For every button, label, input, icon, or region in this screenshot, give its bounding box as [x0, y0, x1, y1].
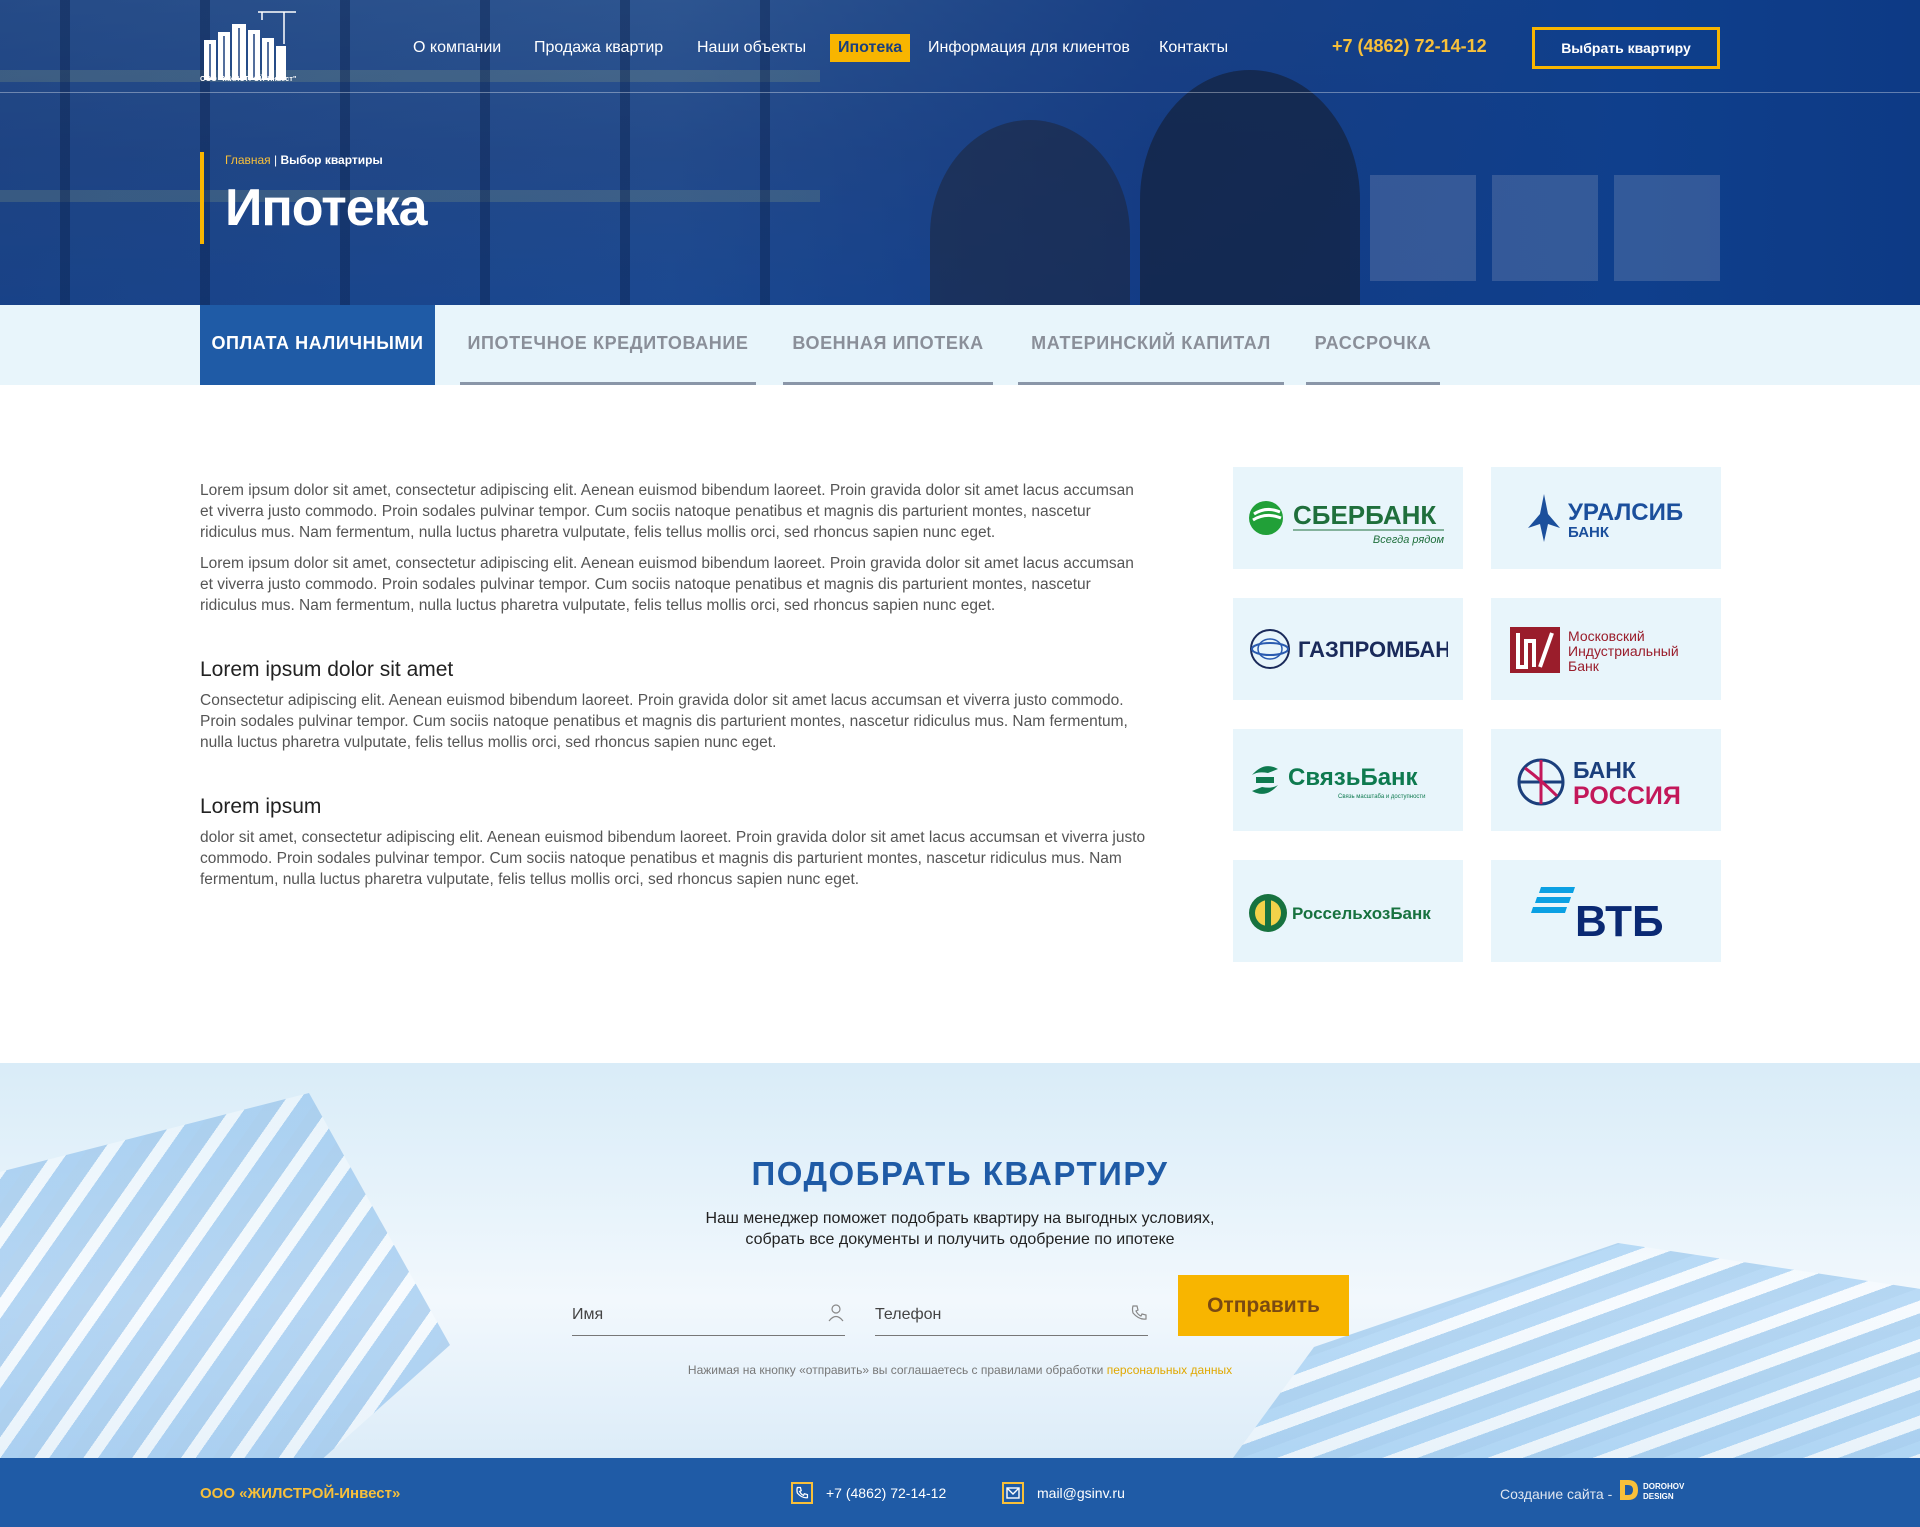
- bank-logo-uralsib[interactable]: УРАЛСИБ БАНК: [1491, 467, 1721, 569]
- tab-maternity-capital[interactable]: МАТЕРИНСКИЙ КАПИТАЛ: [1018, 305, 1284, 385]
- paragraph: Consectetur adipiscing elit. Aenean euis…: [200, 692, 1128, 751]
- mail-icon: [1002, 1482, 1024, 1504]
- cta-title: ПОДОБРАТЬ КВАРТИРУ: [751, 1155, 1169, 1192]
- section-heading: Lorem ipsum dolor sit amet: [200, 658, 454, 681]
- bank-logo-bank-russia[interactable]: БАНК РОССИЯ: [1491, 729, 1721, 831]
- paragraph: Lorem ipsum dolor sit amet, consectetur …: [200, 482, 1134, 541]
- svg-text:Всегда рядом: Всегда рядом: [1373, 534, 1445, 546]
- bank-logo-sberbank[interactable]: СБЕРБАНК Всегда рядом: [1233, 467, 1463, 569]
- logo-caption: ООО "ЖИЛСТРОЙ-Инвест": [200, 76, 297, 83]
- tab-installment[interactable]: РАССРОЧКА: [1306, 305, 1440, 385]
- breadcrumb-current: Выбор квартиры: [280, 153, 383, 167]
- svg-text:Связь масштаба и доступности: Связь масштаба и доступности: [1338, 794, 1426, 800]
- sberbank-logo: СБЕРБАНК Всегда рядом: [1249, 500, 1445, 546]
- mib-logo: Московский Индустриальный Банк: [1510, 627, 1679, 674]
- uralsib-logo: УРАЛСИБ БАНК: [1528, 494, 1683, 542]
- paragraph: dolor sit amet, consectetur adipiscing e…: [200, 829, 1146, 888]
- dorohov-design-logo[interactable]: DOROHOV DESIGN: [1618, 1478, 1698, 1502]
- name-placeholder: Имя: [572, 1306, 604, 1323]
- gallery-thumbnail[interactable]: [1492, 175, 1598, 281]
- svg-text:СБЕРБАНК: СБЕРБАНК: [1293, 500, 1436, 530]
- phone-field[interactable]: Телефон: [875, 1294, 1148, 1336]
- svg-text:УРАЛСИБ: УРАЛСИБ: [1568, 499, 1683, 526]
- bank-russia-logo: БАНК РОССИЯ: [1517, 757, 1681, 810]
- paragraph: Lorem ipsum dolor sit amet, consectetur …: [200, 555, 1134, 614]
- nav-client-info[interactable]: Информация для клиентов: [928, 34, 1130, 62]
- svg-text:Московский: Московский: [1568, 628, 1645, 644]
- building-illustration: [0, 1093, 450, 1458]
- submit-button[interactable]: Отправить: [1178, 1275, 1349, 1336]
- svg-text:БАНК: БАНК: [1573, 757, 1637, 783]
- footer-email[interactable]: mail@gsinv.ru: [1037, 1485, 1125, 1501]
- bank-logo-rosselkhozbank[interactable]: РоссельхозБанк: [1233, 860, 1463, 962]
- breadcrumb: Главная | Выбор квартиры: [225, 153, 383, 167]
- header-divider: [0, 92, 1920, 93]
- gallery-thumbnail[interactable]: [1614, 175, 1720, 281]
- title-accent-bar: [200, 152, 204, 244]
- phone-placeholder: Телефон: [875, 1306, 942, 1323]
- svg-text:DESIGN: DESIGN: [1643, 1492, 1674, 1501]
- person-silhouette: [1140, 70, 1360, 305]
- header-phone[interactable]: +7 (4862) 72-14-12: [1332, 36, 1487, 57]
- person-silhouette: [930, 120, 1130, 305]
- svyazbank-logo: СвязьБанк Связь масштаба и доступности: [1252, 764, 1426, 800]
- nav-mortgage[interactable]: Ипотека: [830, 34, 911, 62]
- cta-description: Наш менеджер поможет подобрать квартиру …: [0, 1208, 1920, 1250]
- breadcrumb-home[interactable]: Главная: [225, 153, 271, 167]
- bank-logo-svyazbank[interactable]: СвязьБанк Связь масштаба и доступности: [1233, 729, 1463, 831]
- nav-about[interactable]: О компании: [413, 34, 501, 62]
- vtb-logo: ВТБ: [1531, 887, 1664, 941]
- footer-phone[interactable]: +7 (4862) 72-14-12: [826, 1485, 946, 1501]
- svg-text:СвязьБанк: СвязьБанк: [1288, 764, 1419, 791]
- svg-text:DOROHOV: DOROHOV: [1643, 1482, 1685, 1491]
- consent-text: Нажимая на кнопку «отправить» вы соглаша…: [687, 1363, 1104, 1377]
- choose-apartment-button[interactable]: Выбрать квартиру: [1532, 27, 1720, 69]
- page-title: Ипотека: [225, 179, 428, 237]
- phone-icon: [791, 1482, 813, 1504]
- svg-text:РоссельхозБанк: РоссельхозБанк: [1292, 904, 1431, 923]
- bank-logo-mib[interactable]: Московский Индустриальный Банк: [1491, 598, 1721, 700]
- cta-description-line: Наш менеджер поможет подобрать квартиру …: [705, 1210, 1215, 1227]
- footer-company: ООО «ЖИЛСТРОЙ-Инвест»: [200, 1485, 401, 1502]
- main-content: Lorem ipsum dolor sit amet, consectetur …: [200, 480, 1148, 900]
- svg-text:Банк: Банк: [1568, 658, 1600, 674]
- nav-contacts[interactable]: Контакты: [1159, 34, 1228, 62]
- gallery-thumbnail[interactable]: [1370, 175, 1476, 281]
- svg-text:РОССИЯ: РОССИЯ: [1573, 782, 1681, 810]
- svg-text:Индустриальный: Индустриальный: [1568, 643, 1679, 659]
- gazprombank-logo: ГАЗПРОМБАНК: [1250, 629, 1448, 669]
- svg-text:БАНК: БАНК: [1568, 524, 1610, 541]
- tab-mortgage-lending[interactable]: ИПОТЕЧНОЕ КРЕДИТОВАНИЕ: [460, 305, 756, 385]
- nav-apartments-sale[interactable]: Продажа квартир: [534, 34, 663, 62]
- apartment-request-section: [0, 1063, 1920, 1458]
- cta-description-line: собрать все документы и получить одобрен…: [745, 1231, 1175, 1248]
- tab-military-mortgage[interactable]: ВОЕННАЯ ИПОТЕКА: [783, 305, 993, 385]
- rosselkhozbank-logo: РоссельхозБанк: [1249, 894, 1431, 932]
- bank-logo-vtb[interactable]: ВТБ: [1491, 860, 1721, 962]
- svg-text:ГАЗПРОМБАНК: ГАЗПРОМБАНК: [1298, 637, 1448, 662]
- user-icon: [828, 1304, 844, 1322]
- svg-text:ВТБ: ВТБ: [1575, 897, 1664, 941]
- bank-logo-gazprombank[interactable]: ГАЗПРОМБАНК: [1233, 598, 1463, 700]
- tab-cash-payment[interactable]: ОПЛАТА НАЛИЧНЫМИ: [200, 305, 435, 385]
- nav-objects[interactable]: Наши объекты: [697, 34, 806, 62]
- phone-icon: [1131, 1305, 1147, 1320]
- name-field[interactable]: Имя: [572, 1294, 845, 1336]
- consent-note: Нажимая на кнопку «отправить» вы соглаша…: [0, 1363, 1920, 1377]
- breadcrumb-separator: |: [274, 153, 278, 167]
- personal-data-link[interactable]: персональных данных: [1107, 1363, 1232, 1377]
- section-heading: Lorem ipsum: [200, 795, 322, 818]
- footer-credit: Создание сайта -: [1500, 1486, 1613, 1502]
